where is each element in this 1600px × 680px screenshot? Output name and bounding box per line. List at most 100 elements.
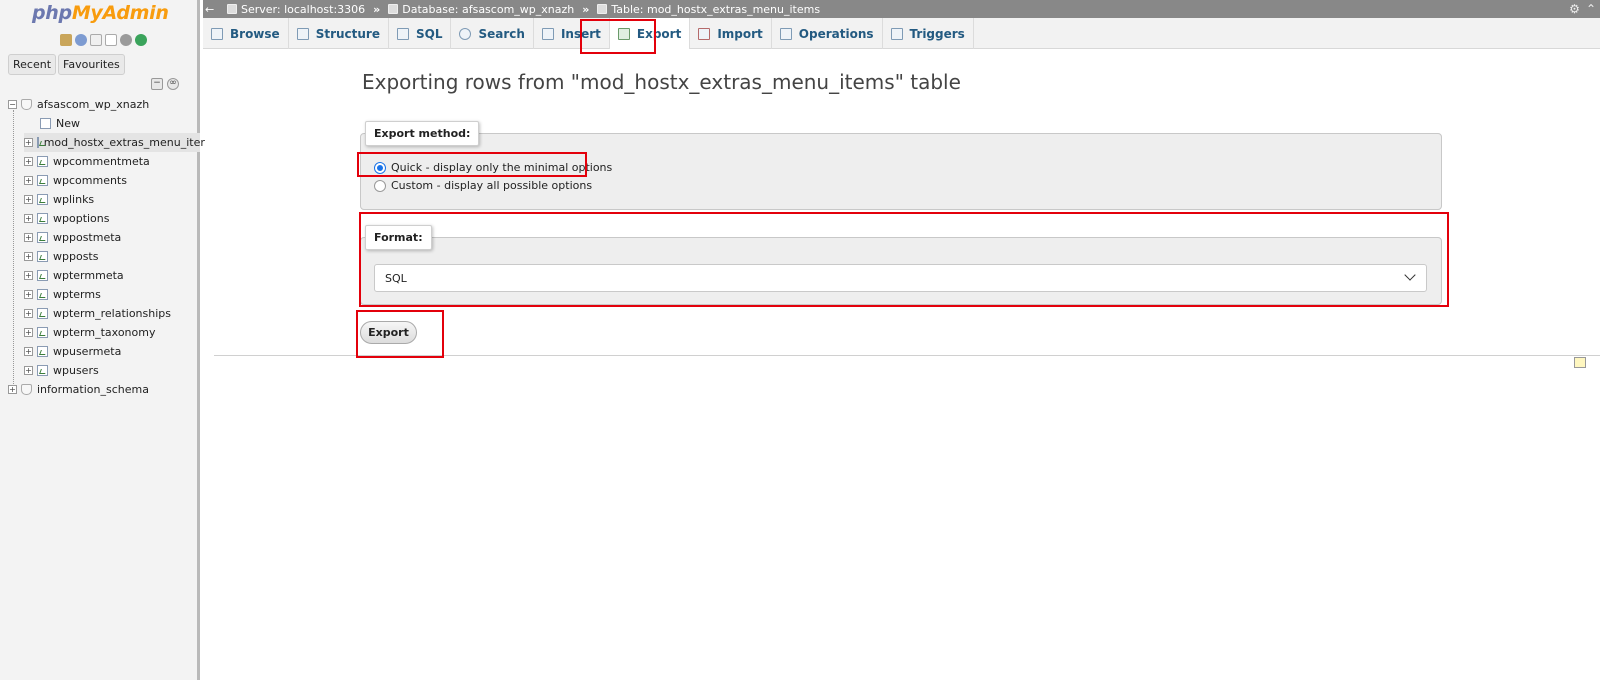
- tree-table[interactable]: + wpcommentmeta: [24, 152, 150, 171]
- tab-import[interactable]: Import: [690, 18, 772, 49]
- expand-icon[interactable]: +: [24, 290, 33, 299]
- expand-icon[interactable]: +: [24, 195, 33, 204]
- tab-operations[interactable]: Operations: [772, 18, 883, 49]
- expand-icon[interactable]: +: [24, 214, 33, 223]
- tab-label[interactable]: Operations: [799, 27, 874, 41]
- expand-icon[interactable]: +: [24, 347, 33, 356]
- tab-label[interactable]: Triggers: [910, 27, 965, 41]
- tab-insert[interactable]: Insert: [534, 18, 610, 49]
- tree-table[interactable]: + wptermmeta: [24, 266, 124, 285]
- table-name[interactable]: wpoptions: [53, 212, 110, 225]
- expand-icon[interactable]: +: [24, 138, 33, 147]
- format-select-value[interactable]: SQL: [385, 272, 407, 285]
- tree-table[interactable]: + mod_hostx_extras_menu_iter: [24, 133, 205, 152]
- settings-icon[interactable]: [120, 34, 132, 46]
- export-button[interactable]: Export: [360, 321, 417, 344]
- breadcrumb-database[interactable]: Database: afsascom_wp_xnazh: [388, 3, 574, 16]
- tree-database[interactable]: + information_schema: [8, 380, 149, 399]
- new-label[interactable]: New: [56, 117, 80, 130]
- docs-icon[interactable]: [105, 34, 117, 46]
- nav-buttons: Recent Favourites: [8, 54, 125, 75]
- database-name[interactable]: information_schema: [37, 383, 149, 396]
- tab-label[interactable]: Insert: [561, 27, 601, 41]
- divider: [214, 355, 1600, 356]
- database-name[interactable]: afsascom_wp_xnazh: [37, 98, 149, 111]
- radio-custom-label[interactable]: Custom - display all possible options: [391, 179, 592, 192]
- tree-table[interactable]: + wppostmeta: [24, 228, 121, 247]
- radio-quick-label[interactable]: Quick - display only the minimal options: [391, 161, 612, 174]
- logout-icon[interactable]: [75, 34, 87, 46]
- home-icon[interactable]: [60, 34, 72, 46]
- table-name[interactable]: wpterm_taxonomy: [53, 326, 156, 339]
- tree-table[interactable]: + wpterm_relationships: [24, 304, 171, 323]
- tree-table[interactable]: + wpterms: [24, 285, 101, 304]
- collapse-top-icon[interactable]: ⌃: [1586, 2, 1596, 16]
- table-name[interactable]: mod_hostx_extras_menu_iter: [44, 136, 205, 149]
- tab-label[interactable]: Export: [637, 27, 681, 41]
- console-icon[interactable]: [1574, 357, 1586, 368]
- tree-table[interactable]: + wpterm_taxonomy: [24, 323, 156, 342]
- tab-structure[interactable]: Structure: [289, 18, 389, 49]
- expand-icon[interactable]: +: [24, 309, 33, 318]
- collapse-icon[interactable]: −: [8, 100, 17, 109]
- expand-icon[interactable]: +: [8, 385, 17, 394]
- table-name[interactable]: wptermmeta: [53, 269, 124, 282]
- tree-database[interactable]: − afsascom_wp_xnazh: [8, 95, 149, 114]
- radio-custom-input[interactable]: [374, 179, 386, 192]
- tab-triggers[interactable]: Triggers: [883, 18, 974, 49]
- breadcrumb-database-label[interactable]: Database: afsascom_wp_xnazh: [402, 3, 574, 16]
- tab-sql[interactable]: SQL: [389, 18, 452, 49]
- tab-label[interactable]: Import: [717, 27, 762, 41]
- tab-label[interactable]: Search: [478, 27, 524, 41]
- tab-label[interactable]: SQL: [416, 27, 443, 41]
- reload-icon[interactable]: [135, 34, 147, 46]
- tab-export[interactable]: Export: [609, 18, 691, 49]
- gear-icon[interactable]: ⚙: [1569, 2, 1580, 16]
- table-name[interactable]: wpusermeta: [53, 345, 121, 358]
- tree-table[interactable]: + wplinks: [24, 190, 94, 209]
- radio-custom[interactable]: Custom - display all possible options: [374, 179, 592, 192]
- expand-icon[interactable]: +: [24, 176, 33, 185]
- expand-icon[interactable]: +: [24, 271, 33, 280]
- breadcrumb-table-label[interactable]: Table: mod_hostx_extras_menu_items: [611, 3, 820, 16]
- collapse-all-icon[interactable]: −: [151, 78, 163, 90]
- radio-quick[interactable]: Quick - display only the minimal options: [374, 161, 612, 174]
- table-name[interactable]: wpterm_relationships: [53, 307, 171, 320]
- radio-quick-input[interactable]: [374, 161, 386, 174]
- tree-table[interactable]: + wpusermeta: [24, 342, 121, 361]
- link-with-main-icon[interactable]: ∞: [167, 78, 179, 90]
- tree-table[interactable]: + wpusers: [24, 361, 99, 380]
- help-icon[interactable]: [90, 34, 102, 46]
- table-name[interactable]: wpcomments: [53, 174, 127, 187]
- table-name[interactable]: wplinks: [53, 193, 94, 206]
- favourites-button[interactable]: Favourites: [58, 54, 125, 75]
- expand-icon[interactable]: +: [24, 366, 33, 375]
- tab-label[interactable]: Browse: [230, 27, 280, 41]
- chevron-down-icon[interactable]: [1404, 269, 1416, 281]
- expand-icon[interactable]: +: [24, 157, 33, 166]
- expand-icon[interactable]: +: [24, 233, 33, 242]
- breadcrumb-server[interactable]: Server: localhost:3306: [227, 3, 365, 16]
- recent-button[interactable]: Recent: [8, 54, 57, 75]
- table-name[interactable]: wpcommentmeta: [53, 155, 150, 168]
- expand-icon[interactable]: +: [24, 252, 33, 261]
- tree-table[interactable]: + wpposts: [24, 247, 98, 266]
- tree-table[interactable]: + wpoptions: [24, 209, 110, 228]
- tab-search[interactable]: Search: [451, 18, 534, 49]
- back-arrow-icon[interactable]: ←: [205, 3, 219, 16]
- table-name[interactable]: wpterms: [53, 288, 101, 301]
- phpmyadmin-logo[interactable]: phpMyAdmin: [32, 2, 169, 24]
- table-name[interactable]: wppostmeta: [53, 231, 121, 244]
- format-legend: Format:: [365, 225, 432, 250]
- table-name[interactable]: wpposts: [53, 250, 98, 263]
- table-name[interactable]: wpusers: [53, 364, 99, 377]
- table-icon: [37, 289, 48, 300]
- breadcrumb-server-label[interactable]: Server: localhost:3306: [241, 3, 365, 16]
- breadcrumb-table[interactable]: Table: mod_hostx_extras_menu_items: [597, 3, 820, 16]
- tree-new[interactable]: New: [40, 114, 80, 133]
- tab-label[interactable]: Structure: [316, 27, 380, 41]
- expand-icon[interactable]: +: [24, 328, 33, 337]
- tab-browse[interactable]: Browse: [203, 18, 289, 49]
- tree-table[interactable]: + wpcomments: [24, 171, 127, 190]
- format-select[interactable]: SQL: [374, 264, 1427, 292]
